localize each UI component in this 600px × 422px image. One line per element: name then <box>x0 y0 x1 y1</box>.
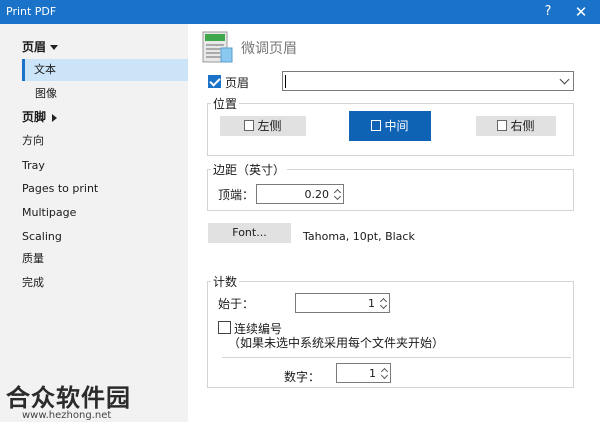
sidebar-item-label: 页眉 <box>22 40 47 54</box>
position-right-button[interactable]: 右侧 <box>476 116 556 136</box>
margin-legend: 边距（英寸） <box>211 161 288 178</box>
margin-top-stepper[interactable]: 0.20 <box>256 184 344 204</box>
font-description: Tahoma, 10pt, Black <box>303 230 415 243</box>
sidebar-item-label: Pages to print <box>22 182 99 195</box>
sidebar-item-multipage[interactable]: Multipage <box>22 202 76 224</box>
divider <box>222 357 571 358</box>
start-at-value: 1 <box>368 297 375 310</box>
sidebar-item-orientation[interactable]: 方向 <box>22 130 44 152</box>
page-title: 微调页眉 <box>241 41 297 57</box>
selection-indicator <box>22 59 25 81</box>
chevron-down-icon <box>50 45 59 50</box>
start-at-label: 始于： <box>218 297 255 311</box>
watermark-text: 合众软件园 <box>6 384 131 412</box>
sidebar-item-label: 质量 <box>22 252 44 265</box>
sidebar-item-quality[interactable]: 质量 <box>22 248 44 270</box>
chevron-down-icon[interactable] <box>380 371 389 380</box>
watermark-url: www.hezhong.net <box>22 410 112 421</box>
sidebar-item-label: Multipage <box>22 206 77 219</box>
sidebar-item-label: 文本 <box>34 63 56 76</box>
page-header-icon <box>202 31 233 63</box>
sidebar-item-finish[interactable]: 完成 <box>22 272 44 294</box>
window-title: Print PDF <box>6 5 57 18</box>
position-legend: 位置 <box>211 95 240 112</box>
digits-label: 数字： <box>284 370 321 384</box>
position-center-label: 中间 <box>384 119 409 133</box>
font-button[interactable]: Font... <box>208 223 291 243</box>
sidebar-item-pages-to-print[interactable]: Pages to print <box>22 178 98 200</box>
chevron-down-icon[interactable] <box>559 74 570 85</box>
position-left-button[interactable]: 左侧 <box>220 116 306 136</box>
count-legend: 计数 <box>211 273 240 290</box>
sidebar-item-text[interactable]: 文本 <box>22 59 188 81</box>
sidebar-item-tray[interactable]: Tray <box>22 155 45 177</box>
align-left-icon <box>244 120 255 131</box>
digits-value: 1 <box>369 367 376 380</box>
header-enable-checkbox[interactable] <box>208 75 221 88</box>
sidebar-item-header[interactable]: 页眉 <box>22 36 59 58</box>
header-text-combobox[interactable] <box>282 71 574 91</box>
align-right-icon <box>497 120 508 131</box>
margin-top-label: 顶端： <box>218 188 255 202</box>
align-center-icon <box>371 120 382 131</box>
sidebar-item-label: Tray <box>22 159 45 172</box>
sidebar-item-label: 完成 <box>22 276 44 289</box>
position-center-button[interactable]: 中间 <box>349 111 431 141</box>
chevron-down-icon[interactable] <box>333 192 342 201</box>
title-bar: Print PDF ? ✕ <box>0 0 600 24</box>
continuous-numbering-note: （如果未选中系统采用每个文件夹开始） <box>228 336 445 350</box>
header-enable-label: 页眉 <box>225 76 250 90</box>
sidebar-item-image[interactable]: 图像 <box>35 83 57 105</box>
margin-top-value: 0.20 <box>304 188 330 201</box>
sidebar: 页眉 文本 图像 页脚 方向 Tray Pages to print Multi… <box>0 24 188 422</box>
start-at-stepper[interactable]: 1 <box>295 293 390 313</box>
sidebar-item-footer[interactable]: 页脚 <box>22 106 58 128</box>
help-button[interactable]: ? <box>538 2 558 22</box>
sidebar-item-label: 方向 <box>22 134 44 147</box>
sidebar-item-label: 图像 <box>35 87 57 100</box>
position-left-label: 左侧 <box>257 119 282 133</box>
position-right-label: 右侧 <box>510 119 535 133</box>
sidebar-item-label: 页脚 <box>22 110 47 124</box>
main-panel: 微调页眉 页眉 位置 左侧 中间 右侧 边距（英寸） 顶端： 0.20 Font… <box>188 24 600 422</box>
close-button[interactable]: ✕ <box>566 1 596 23</box>
chevron-right-icon <box>52 113 58 122</box>
text-cursor <box>285 75 286 88</box>
sidebar-item-label: Scaling <box>22 230 62 243</box>
continuous-numbering-checkbox[interactable] <box>218 321 231 334</box>
sidebar-item-scaling[interactable]: Scaling <box>22 226 62 248</box>
chevron-down-icon[interactable] <box>379 301 388 310</box>
digits-stepper[interactable]: 1 <box>336 363 391 383</box>
